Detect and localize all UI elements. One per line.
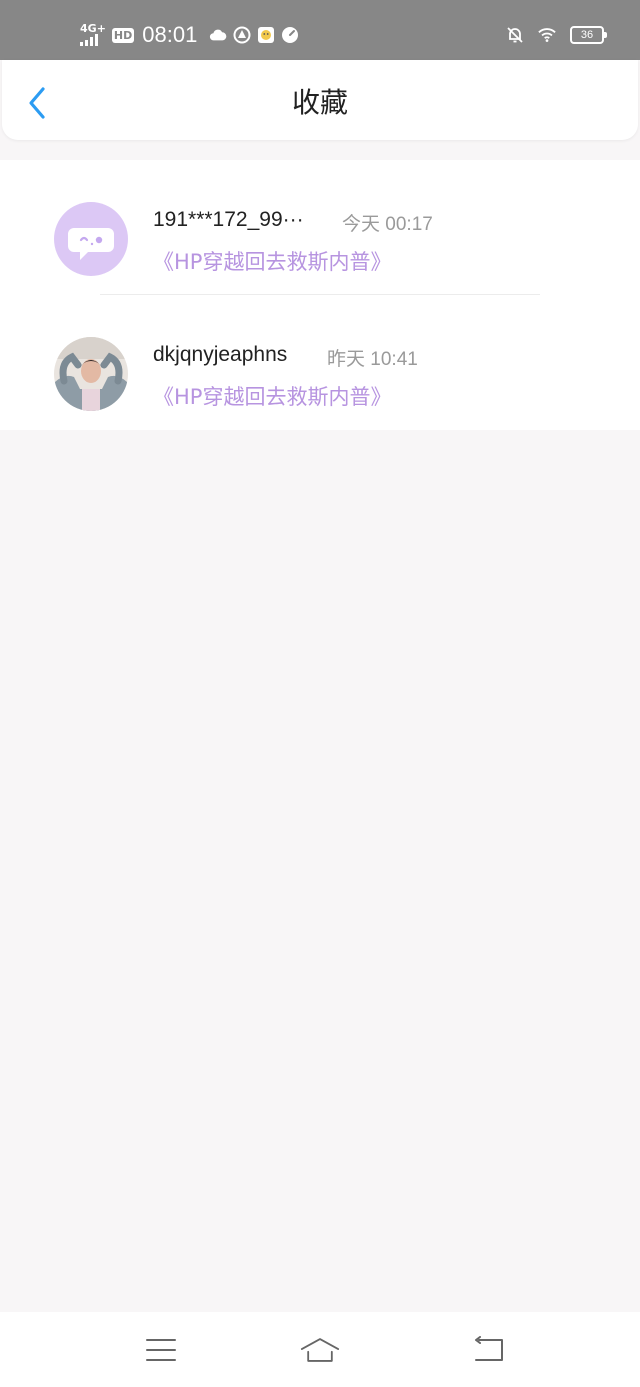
favorite-book-title[interactable]: 《HP穿越回去救斯内普》 — [153, 246, 391, 276]
nav-header: 收藏 — [2, 60, 638, 140]
status-bar: 4G+ HD 08:01 36 — [0, 0, 640, 60]
home-button[interactable] — [300, 1332, 340, 1368]
emoji-app-icon — [257, 26, 275, 44]
circle-app-icon — [233, 26, 251, 44]
favorite-time: 今天 00:17 — [342, 214, 433, 235]
signal-bars-icon — [80, 34, 98, 46]
network-indicator: 4G+ — [80, 22, 106, 46]
network-plus: + — [96, 22, 106, 35]
page-title: 收藏 — [291, 86, 348, 119]
home-icon — [300, 1338, 340, 1362]
hd-badge: HD — [111, 27, 135, 43]
cloud-icon — [209, 26, 227, 44]
speedometer-icon — [281, 26, 299, 44]
battery-icon: 36 — [570, 26, 607, 44]
list-item[interactable]: dkjqnyjeaphns 昨天 10:41 《HP穿越回去救斯内普》 — [0, 295, 640, 430]
favorite-user-name: 191***172_99··· — [153, 208, 304, 231]
status-bar-right: 36 — [506, 24, 607, 46]
clock: 08:01 — [142, 22, 198, 47]
mute-bell-icon — [506, 26, 524, 44]
system-nav-bar — [0, 1312, 640, 1387]
avatar[interactable] — [54, 337, 128, 411]
status-bar-left: 4G+ HD 08:01 — [80, 20, 299, 50]
menu-icon — [146, 1339, 176, 1361]
list-item[interactable]: 191***172_99··· 今天 00:17 《HP穿越回去救斯内普》 — [0, 160, 640, 295]
back-nav-button[interactable] — [468, 1332, 508, 1368]
wifi-icon — [538, 26, 556, 44]
menu-button[interactable] — [141, 1332, 181, 1368]
back-icon — [475, 1336, 503, 1361]
favorite-user-name: dkjqnyjeaphns — [153, 343, 288, 366]
favorite-book-title[interactable]: 《HP穿越回去救斯内普》 — [153, 381, 391, 411]
favorites-list: 191***172_99··· 今天 00:17 《HP穿越回去救斯内普》 dk… — [0, 160, 640, 430]
default-avatar-icon[interactable] — [54, 202, 128, 276]
favorite-time: 昨天 10:41 — [327, 349, 418, 370]
